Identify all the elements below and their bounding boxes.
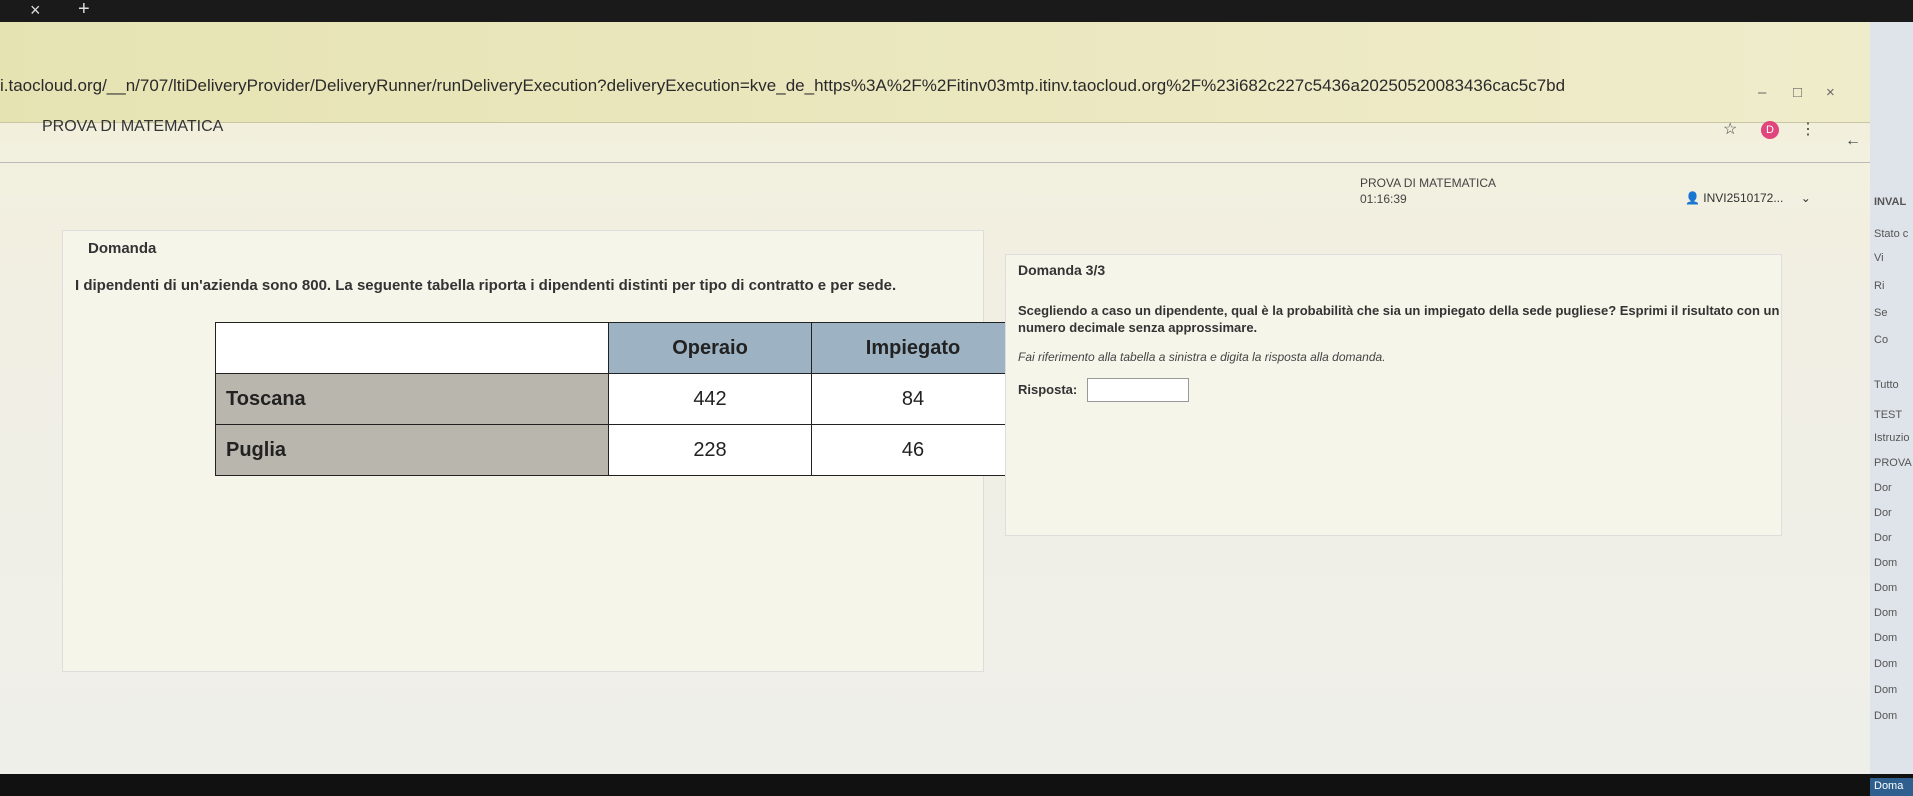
stimulus-label: Domanda — [88, 240, 157, 257]
window-close-icon[interactable]: × — [1826, 84, 1835, 101]
table-row: Toscana 442 84 — [215, 373, 1015, 425]
sidebar-item[interactable]: Dom — [1874, 557, 1897, 569]
address-bar-area: i.taocloud.org/__n/707/ltiDeliveryProvid… — [0, 22, 1870, 123]
close-tab-icon[interactable]: × — [30, 0, 41, 21]
table-corner-cell — [215, 322, 609, 374]
table-header-row: Operaio Impiegato — [215, 322, 1015, 374]
bookmark-star-icon[interactable]: ☆ — [1723, 119, 1737, 139]
sidebar-item[interactable]: Dom — [1874, 632, 1897, 644]
question-number: Domanda 3/3 — [1018, 262, 1106, 278]
sidebar-item[interactable]: Co — [1874, 334, 1888, 346]
browser-window: i.taocloud.org/__n/707/ltiDeliveryProvid… — [0, 22, 1870, 774]
sidebar-item[interactable]: PROVA D — [1874, 457, 1913, 469]
sidebar-item: Stato c — [1874, 228, 1909, 240]
sidebar-item-active[interactable]: Doma — [1870, 778, 1913, 796]
question-text: Scegliendo a caso un dipendente, qual è … — [1018, 303, 1780, 335]
answer-input[interactable] — [1087, 378, 1189, 402]
test-header: PROVA DI MATEMATICA 01:16:39 👤 INVI25101… — [0, 162, 1870, 215]
navigation-sidebar: INVAL Stato c Vi Ri Se Co Tutto TEST Ist… — [1870, 22, 1913, 796]
sidebar-item[interactable]: Dom — [1874, 710, 1897, 722]
sidebar-item[interactable]: Dor — [1874, 532, 1892, 544]
sidebar-item[interactable]: Dom — [1874, 607, 1897, 619]
table-cell: 84 — [811, 373, 1015, 425]
browser-tab-bar: × + — [0, 0, 1913, 22]
table-cell: 46 — [811, 424, 1015, 476]
user-menu[interactable]: 👤 INVI2510172... ⌄ — [1685, 191, 1811, 205]
table-cell: 442 — [608, 373, 812, 425]
question-hint: Fai riferimento alla tabella a sinistra … — [1018, 350, 1386, 364]
row-header: Toscana — [215, 373, 609, 425]
sidebar-item[interactable]: TEST — [1874, 409, 1902, 421]
sidebar-item[interactable]: Se — [1874, 307, 1887, 319]
test-title: PROVA DI MATEMATICA — [1360, 176, 1497, 190]
page-tab-title: PROVA DI MATEMATICA — [42, 118, 224, 135]
stimulus-text: I dipendenti di un'azienda sono 800. La … — [75, 277, 897, 294]
minimize-icon[interactable]: – — [1758, 84, 1766, 101]
user-icon: 👤 — [1685, 191, 1700, 205]
table-row: Puglia 228 46 — [215, 424, 1015, 476]
sidebar-item[interactable]: Ri — [1874, 280, 1884, 292]
column-header: Impiegato — [811, 322, 1015, 374]
chevron-down-icon[interactable]: ⌄ — [1801, 191, 1811, 205]
sidebar-item[interactable]: Dor — [1874, 507, 1892, 519]
profile-avatar[interactable]: D — [1761, 121, 1779, 139]
table-cell: 228 — [608, 424, 812, 476]
employee-table: Operaio Impiegato Toscana 442 84 Puglia … — [215, 322, 1015, 476]
timer: 01:16:39 — [1360, 192, 1407, 206]
kebab-menu-icon[interactable]: ⋮ — [1800, 119, 1816, 139]
row-header: Puglia — [215, 424, 609, 476]
sidebar-item[interactable]: Dom — [1874, 684, 1897, 696]
sidebar-item-active-label: Doma — [1874, 780, 1904, 792]
back-arrow-icon[interactable]: ← — [1845, 132, 1861, 150]
sidebar-item[interactable]: Tutto — [1874, 379, 1899, 391]
sidebar-item[interactable]: Dom — [1874, 658, 1897, 670]
user-id: INVI2510172... — [1703, 191, 1784, 205]
sidebar-item[interactable]: Vi — [1874, 252, 1884, 264]
sidebar-item[interactable]: Dor — [1874, 482, 1892, 494]
column-header: Operaio — [608, 322, 812, 374]
new-tab-icon[interactable]: + — [78, 0, 90, 21]
sidebar-item[interactable]: Istruzio — [1874, 432, 1909, 444]
maximize-icon[interactable]: □ — [1793, 84, 1802, 101]
answer-label: Risposta: — [1018, 382, 1078, 397]
sidebar-item: INVAL — [1874, 196, 1907, 208]
sidebar-item[interactable]: Dom — [1874, 582, 1897, 594]
url-text[interactable]: i.taocloud.org/__n/707/ltiDeliveryProvid… — [0, 76, 1565, 96]
